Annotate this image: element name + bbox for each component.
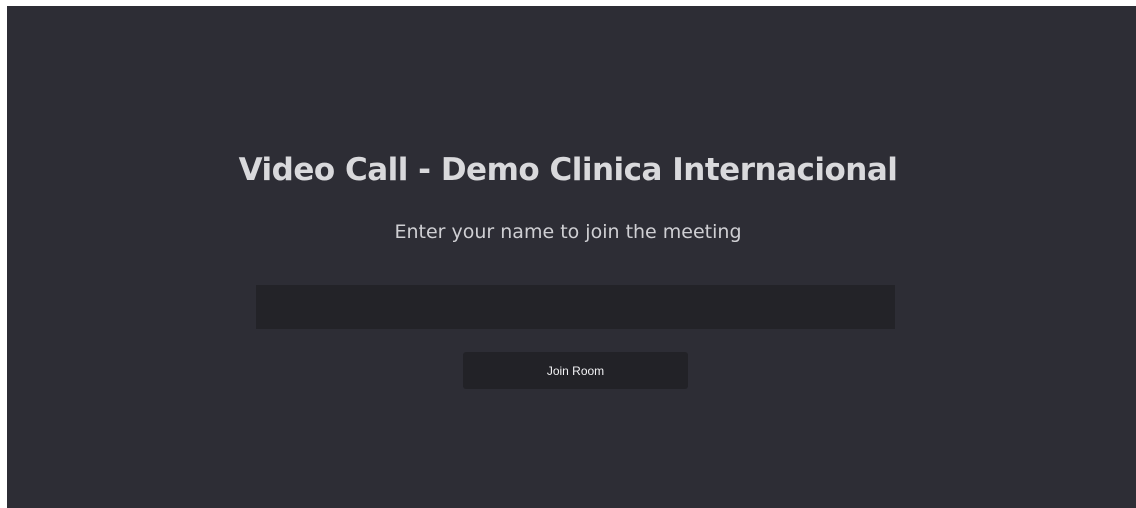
page-title: Video Call - Demo Clinica Internacional (238, 152, 898, 188)
app-background (7, 6, 1136, 508)
join-room-button[interactable]: Join Room (463, 352, 688, 389)
page-subtitle: Enter your name to join the meeting (394, 221, 742, 243)
name-input[interactable] (256, 285, 895, 329)
